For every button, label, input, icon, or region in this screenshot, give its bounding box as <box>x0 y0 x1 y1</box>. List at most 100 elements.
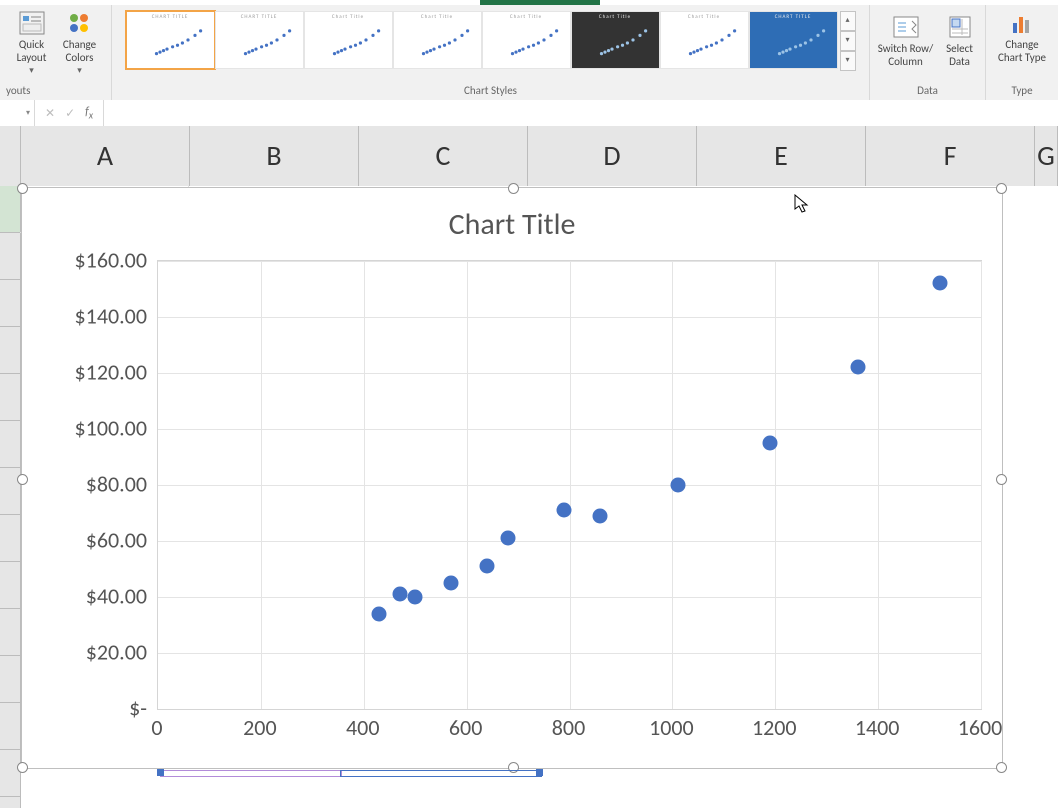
x-tick: 1400 <box>855 714 900 741</box>
x-tick: 1600 <box>958 714 1003 741</box>
data-point[interactable] <box>444 576 459 591</box>
row-header[interactable] <box>0 233 20 280</box>
chart-object[interactable]: Chart Title $- $20.00 $40.00 $60.00 $80.00 $1… <box>21 187 1003 769</box>
resize-handle-n[interactable] <box>508 183 519 194</box>
resize-handle-w[interactable] <box>17 474 28 485</box>
plot-area[interactable]: $- $20.00 $40.00 $60.00 $80.00 $100.00 $120.00… <box>42 260 982 740</box>
change-colors-label: Change Colors <box>56 38 104 64</box>
change-chart-type-label: Change Chart Type <box>992 38 1052 64</box>
resize-handle-nw[interactable] <box>17 183 28 194</box>
y-tick: $40.00 <box>86 583 147 610</box>
data-group-label: Data <box>917 84 938 97</box>
ribbon: Quick Layout▾ Change Colors▾ youts CHART… <box>0 5 1058 101</box>
chart-layouts-group-label: youts <box>6 84 30 97</box>
row-header[interactable] <box>0 750 20 797</box>
column-header-B[interactable]: B <box>190 126 359 186</box>
column-header-E[interactable]: E <box>697 126 866 186</box>
chart-style-thumb-2[interactable]: CHART TITLE <box>215 11 304 69</box>
row-header[interactable] <box>0 327 20 374</box>
chart-styles-gallery: CHART TITLECHART TITLEChart TitleChart T… <box>126 7 856 71</box>
select-data-label: Select Data <box>939 42 981 68</box>
y-axis[interactable]: $-$20.00$40.00$60.00$80.00$100.00$120.00… <box>42 260 157 710</box>
row-header[interactable] <box>0 515 20 562</box>
change-colors-button[interactable]: Change Colors▾ <box>56 7 104 77</box>
resize-handle-sw[interactable] <box>17 762 28 773</box>
chart-style-thumb-7[interactable]: Chart Title <box>660 11 749 69</box>
data-point[interactable] <box>408 590 423 605</box>
row-header[interactable] <box>0 656 20 703</box>
chart-style-thumb-3[interactable]: Chart Title <box>304 11 393 69</box>
chart-style-thumb-1[interactable]: CHART TITLE <box>126 11 215 69</box>
data-point[interactable] <box>392 587 407 602</box>
data-point[interactable] <box>670 478 685 493</box>
row-header[interactable] <box>0 280 20 327</box>
x-tick: 1200 <box>752 714 797 741</box>
y-tick: $- <box>129 695 147 722</box>
y-tick: $160.00 <box>75 247 147 274</box>
chart-title[interactable]: Chart Title <box>22 188 1002 243</box>
column-header-D[interactable]: D <box>528 126 697 186</box>
gallery-scroll-0[interactable]: ▴ <box>840 11 856 31</box>
chart-style-thumb-8[interactable]: CHART TITLE <box>749 11 838 69</box>
gallery-scroll-1[interactable]: ▾ <box>840 31 856 51</box>
select-all-corner[interactable] <box>0 126 21 186</box>
worksheet[interactable]: Chart Title $- $20.00 $40.00 $60.00 $80.00 $1… <box>0 186 1058 808</box>
row-header[interactable] <box>0 703 20 750</box>
row-headers <box>0 186 21 808</box>
chart-grid <box>157 260 982 710</box>
column-header-C[interactable]: C <box>359 126 528 186</box>
column-headers: ABCDEFG <box>0 126 1058 187</box>
x-tick: 0 <box>151 714 162 741</box>
enter-formula-icon[interactable]: ✓ <box>65 106 75 121</box>
row-header[interactable] <box>0 609 20 656</box>
column-header-A[interactable]: A <box>21 126 190 186</box>
formula-input[interactable] <box>104 100 1058 126</box>
chart-style-thumb-5[interactable]: Chart Title <box>482 11 571 69</box>
chart-styles-group-label: Chart Styles <box>464 84 517 97</box>
y-tick: $80.00 <box>86 471 147 498</box>
cancel-formula-icon[interactable]: ✕ <box>45 106 55 121</box>
resize-handle-e[interactable] <box>996 474 1007 485</box>
data-point[interactable] <box>480 559 495 574</box>
y-tick: $120.00 <box>75 359 147 386</box>
x-tick: 400 <box>346 714 379 741</box>
chart-style-thumb-6[interactable]: Chart Title <box>571 11 660 69</box>
x-axis[interactable]: 02004006008001000120014001600 <box>157 710 982 740</box>
data-point[interactable] <box>500 531 515 546</box>
y-tick: $140.00 <box>75 303 147 330</box>
data-point[interactable] <box>932 276 947 291</box>
gallery-scroll-2[interactable]: ▾ <box>840 51 856 71</box>
resize-handle-se[interactable] <box>996 762 1007 773</box>
quick-layout-label: Quick Layout <box>8 38 56 64</box>
y-tick: $60.00 <box>86 527 147 554</box>
y-tick: $100.00 <box>75 415 147 442</box>
change-chart-type-button[interactable]: Change Chart Type <box>992 7 1052 64</box>
column-header-G[interactable]: G <box>1035 126 1058 186</box>
fx-icon[interactable]: fx <box>85 105 93 121</box>
column-header-F[interactable]: F <box>866 126 1035 186</box>
resize-handle-ne[interactable] <box>996 183 1007 194</box>
switch-row-column-label: Switch Row/ Column <box>875 42 937 68</box>
row-header[interactable] <box>0 186 20 233</box>
data-point[interactable] <box>850 360 865 375</box>
row-header[interactable] <box>0 374 20 421</box>
data-point[interactable] <box>557 503 572 518</box>
data-point[interactable] <box>593 508 608 523</box>
switch-row-column-button[interactable]: Switch Row/ Column <box>875 11 937 68</box>
quick-layout-button[interactable]: Quick Layout▾ <box>8 7 56 77</box>
cursor-icon <box>794 194 810 219</box>
name-box[interactable]: ▾ <box>0 100 35 126</box>
series-range-bar[interactable] <box>160 770 540 776</box>
formula-bar: ▾ ✕ ✓ fx <box>0 100 1058 127</box>
x-tick: 600 <box>449 714 482 741</box>
chart-style-thumb-4[interactable]: Chart Title <box>393 11 482 69</box>
row-header[interactable] <box>0 797 20 808</box>
data-point[interactable] <box>372 606 387 621</box>
y-tick: $20.00 <box>86 639 147 666</box>
data-point[interactable] <box>763 436 778 451</box>
row-header[interactable] <box>0 468 20 515</box>
x-tick: 1000 <box>649 714 694 741</box>
row-header[interactable] <box>0 421 20 468</box>
select-data-button[interactable]: Select Data <box>939 11 981 68</box>
row-header[interactable] <box>0 562 20 609</box>
